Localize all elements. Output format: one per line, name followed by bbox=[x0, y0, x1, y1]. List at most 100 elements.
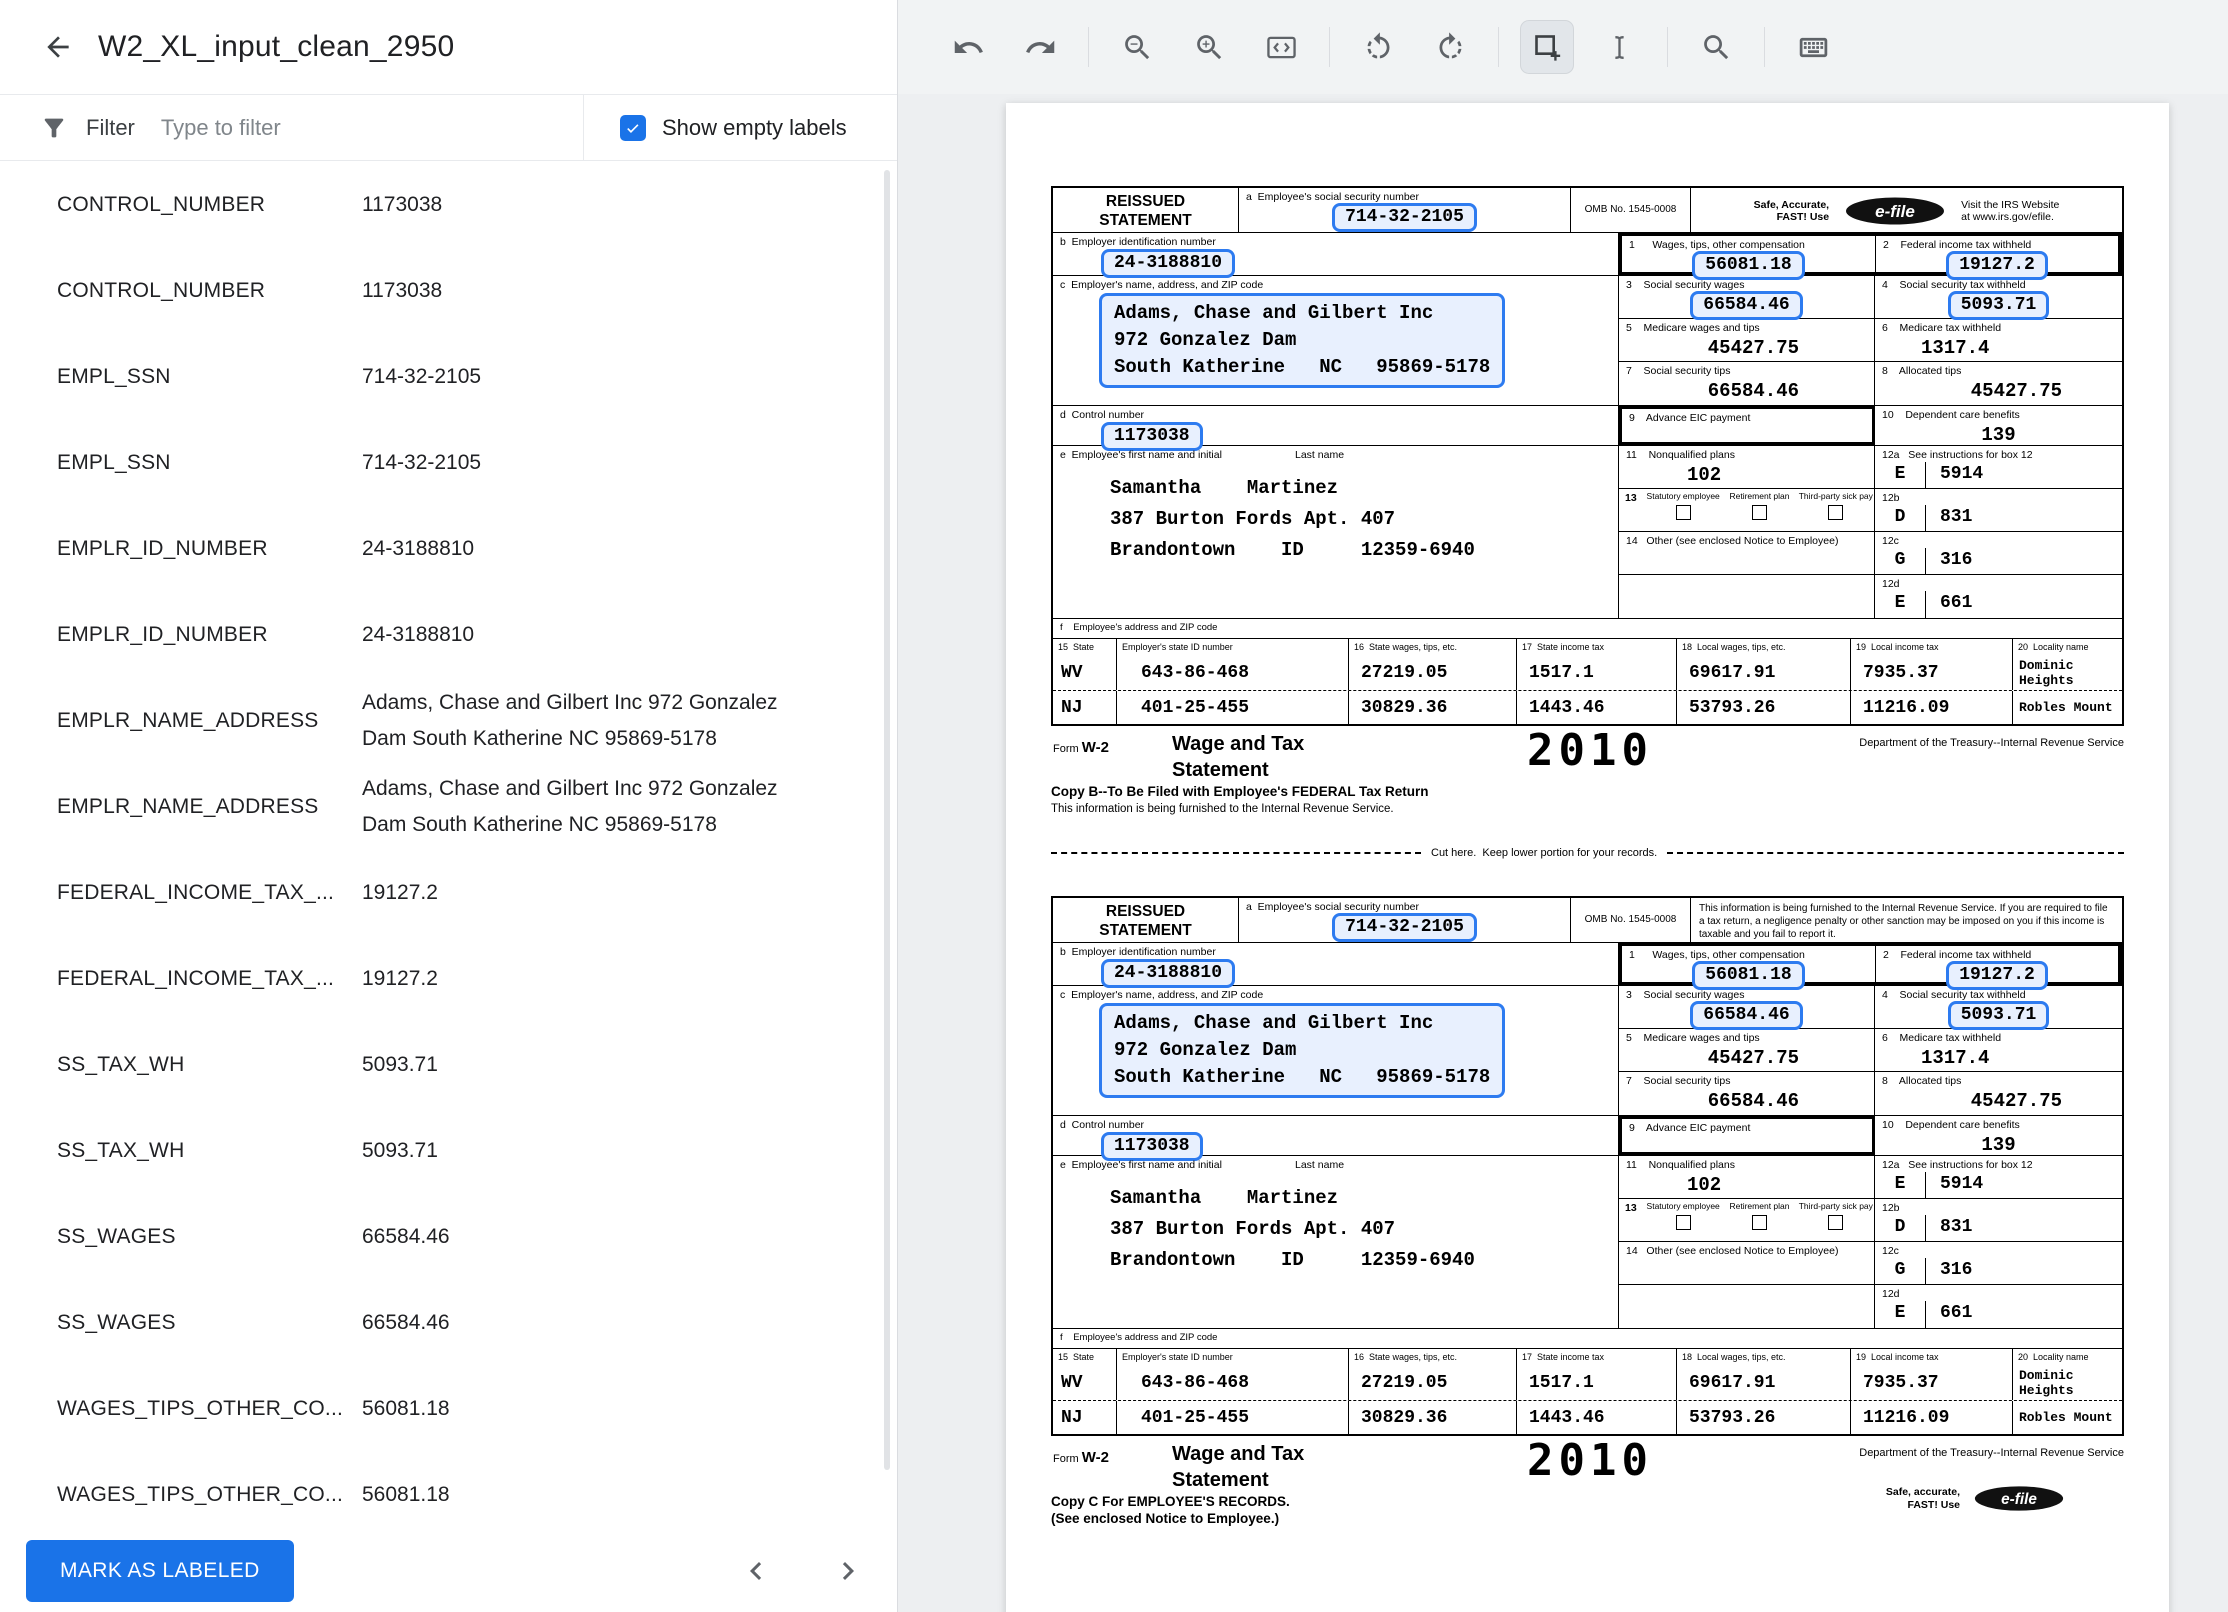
ss-wages-annotation[interactable]: 66584.46 bbox=[1690, 1001, 1803, 1030]
mark-as-labeled-button[interactable]: MARK AS LABELED bbox=[26, 1540, 294, 1602]
state-row: WV 643-86-468 27219.05 1517.1 69617.91 7… bbox=[1053, 1366, 2122, 1400]
toolbar-divider bbox=[1088, 27, 1089, 67]
ein-annotation[interactable]: 24-3188810 bbox=[1101, 249, 1236, 278]
w2-table: REISSUED STATEMENT a Employee's social s… bbox=[1051, 186, 2124, 726]
box-a-label: a Employee's social security number bbox=[1246, 191, 1419, 203]
entity-label: FEDERAL_INCOME_TAX_... bbox=[57, 881, 335, 904]
entity-row[interactable]: CONTROL_NUMBER 1173038 bbox=[0, 248, 890, 334]
entity-label: EMPLR_ID_NUMBER bbox=[57, 623, 268, 646]
w2-box-13-checkboxes: 13 Statutory employee Retirement plan Th… bbox=[1619, 489, 1875, 531]
code-view-button[interactable] bbox=[1254, 20, 1308, 74]
w2-box-8-allocated-tips: 8 Allocated tips 45427.75 bbox=[1882, 365, 2062, 402]
entity-row[interactable]: WAGES_TIPS_OTHER_CO... 56081.18 bbox=[0, 1452, 890, 1538]
redo-button[interactable] bbox=[1013, 20, 1067, 74]
omb-number: OMB No. 1545-0008 bbox=[1571, 188, 1691, 232]
entity-row[interactable]: EMPL_SSN 714-32-2105 bbox=[0, 420, 890, 506]
toolbar-divider bbox=[1498, 27, 1499, 67]
w2-box-12d: 12d E 661 bbox=[1875, 1285, 2122, 1328]
w2-top-right: Safe, Accurate, FAST! Use e-file Visit t… bbox=[1691, 898, 2122, 942]
employer-annotation[interactable]: Adams, Chase and Gilbert Inc 972 Gonzale… bbox=[1099, 1003, 1506, 1098]
scrollbar-thumb[interactable] bbox=[884, 170, 890, 1470]
entity-row[interactable]: SS_TAX_WH 5093.71 bbox=[0, 1022, 890, 1108]
form-w2-label: Form W-2 bbox=[1053, 1449, 1109, 1466]
svg-text:e-file: e-file bbox=[2001, 1491, 2037, 1508]
keyboard-shortcuts-button[interactable] bbox=[1786, 20, 1840, 74]
next-page-button[interactable] bbox=[824, 1547, 872, 1595]
entity-row[interactable]: WAGES_TIPS_OTHER_CO... 56081.18 bbox=[0, 1366, 890, 1452]
w2-box-7-ss-tips: 7 Social security tips 66584.46 bbox=[1619, 1072, 1875, 1115]
entity-row[interactable]: SS_WAGES 66584.46 bbox=[0, 1280, 890, 1366]
entity-label: WAGES_TIPS_OTHER_CO... bbox=[57, 1483, 344, 1506]
search-button[interactable] bbox=[1689, 20, 1743, 74]
back-button[interactable] bbox=[34, 23, 82, 71]
ssn-annotation[interactable]: 714-32-2105 bbox=[1332, 203, 1477, 232]
ss-wages-annotation[interactable]: 66584.46 bbox=[1690, 291, 1803, 320]
entity-row[interactable]: SS_WAGES 66584.46 bbox=[0, 1194, 890, 1280]
entity-value: 1173038 bbox=[362, 193, 443, 216]
entity-label: FEDERAL_INCOME_TAX_... bbox=[57, 967, 335, 990]
statutory-employee-checkbox[interactable] bbox=[1675, 504, 1691, 520]
third-party-sick-pay-checkbox[interactable] bbox=[1828, 1214, 1844, 1230]
rotate-right-button[interactable] bbox=[1423, 20, 1477, 74]
entity-row[interactable]: EMPLR_NAME_ADDRESS Adams, Chase and Gilb… bbox=[0, 764, 890, 850]
entity-value: Adams, Chase and Gilbert Inc 972 Gonzale… bbox=[362, 691, 778, 750]
ssn-annotation[interactable]: 714-32-2105 bbox=[1332, 913, 1477, 942]
entity-value: 24-3188810 bbox=[362, 623, 475, 646]
boxes-1-2: 1 Wages, tips, other compensation 56081.… bbox=[1619, 943, 2122, 990]
ein-annotation[interactable]: 24-3188810 bbox=[1101, 959, 1236, 988]
treasury-label: Department of the Treasury--Internal Rev… bbox=[1859, 1447, 2124, 1459]
previous-page-button[interactable] bbox=[732, 1547, 780, 1595]
zoom-out-button[interactable] bbox=[1110, 20, 1164, 74]
treasury-label: Department of the Treasury--Internal Rev… bbox=[1859, 737, 2124, 749]
entity-row[interactable]: CONTROL_NUMBER 1173038 bbox=[0, 162, 890, 248]
w2-box-12d: 12d E 661 bbox=[1875, 575, 2122, 618]
third-party-sick-pay-checkbox[interactable] bbox=[1828, 504, 1844, 520]
entity-row[interactable]: EMPLR_NAME_ADDRESS Adams, Chase and Gilb… bbox=[0, 678, 890, 764]
statutory-employee-checkbox[interactable] bbox=[1675, 1214, 1691, 1230]
boxes-1-2: 1 Wages, tips, other compensation 56081.… bbox=[1619, 233, 2122, 280]
filter-input[interactable] bbox=[160, 114, 461, 141]
label-panel: W2_XL_input_clean_2950 Filter Show empty… bbox=[0, 0, 898, 1612]
copy-c-efile-promo: Safe, accurate, FAST! Use e-file bbox=[1886, 1485, 2064, 1512]
undo-icon bbox=[954, 40, 983, 53]
entity-value: 19127.2 bbox=[362, 881, 438, 904]
add-bounding-box-button[interactable] bbox=[1520, 20, 1574, 74]
undo-button[interactable] bbox=[941, 20, 995, 74]
w2-box-10-dependent-care: 10 Dependent care benefits 139 bbox=[1882, 409, 2020, 446]
w2-box-9-advance-eic: 9 Advance EIC payment bbox=[1619, 1116, 1875, 1155]
checkmark-icon bbox=[627, 123, 639, 133]
w2-box-3-ss-wages: 3 Social security wages 66584.46 bbox=[1619, 276, 1875, 320]
cut-here-line: Cut here. Keep lower portion for your re… bbox=[1051, 847, 2124, 859]
entity-row[interactable]: SS_TAX_WH 5093.71 bbox=[0, 1108, 890, 1194]
entity-row[interactable]: FEDERAL_INCOME_TAX_... 19127.2 bbox=[0, 936, 890, 1022]
w2-box-10-dependent-care: 10 Dependent care benefits 139 bbox=[1882, 1119, 2020, 1156]
filter-funnel-icon bbox=[40, 114, 68, 142]
entity-row[interactable]: EMPLR_ID_NUMBER 24-3188810 bbox=[0, 506, 890, 592]
document-page[interactable]: REISSUED STATEMENT a Employee's social s… bbox=[1006, 103, 2169, 1612]
entity-value: 5093.71 bbox=[362, 1053, 438, 1076]
show-empty-labels-checkbox[interactable] bbox=[620, 114, 646, 141]
select-text-button[interactable] bbox=[1592, 20, 1646, 74]
ss-tax-annotation[interactable]: 5093.71 bbox=[1947, 1001, 2050, 1030]
zoom-in-button[interactable] bbox=[1182, 20, 1236, 74]
ss-tax-annotation[interactable]: 5093.71 bbox=[1947, 291, 2050, 320]
state-table-header: 15 State Employer's state ID number 16 S… bbox=[1053, 1349, 2122, 1366]
document-canvas[interactable]: REISSUED STATEMENT a Employee's social s… bbox=[898, 94, 2228, 1612]
entity-label: SS_TAX_WH bbox=[57, 1053, 185, 1076]
add-bounding-box-icon bbox=[1534, 34, 1560, 61]
w2-box-6-medicare-tax: 6 Medicare tax withheld 1317.4 bbox=[1882, 1032, 2002, 1069]
retirement-plan-checkbox[interactable] bbox=[1751, 1214, 1767, 1230]
employer-annotation[interactable]: Adams, Chase and Gilbert Inc 972 Gonzale… bbox=[1099, 293, 1506, 388]
entity-row[interactable]: FEDERAL_INCOME_TAX_... 19127.2 bbox=[0, 850, 890, 936]
rotate-left-icon bbox=[1367, 31, 1389, 58]
rotate-right-icon bbox=[1439, 31, 1461, 58]
redo-icon bbox=[1025, 40, 1054, 53]
copy-b-text: Copy B--To Be Filed with Employee's FEDE… bbox=[1051, 784, 1429, 815]
retirement-plan-checkbox[interactable] bbox=[1751, 504, 1767, 520]
entity-row[interactable]: EMPL_SSN 714-32-2105 bbox=[0, 334, 890, 420]
entity-row[interactable]: EMPLR_ID_NUMBER 24-3188810 bbox=[0, 592, 890, 678]
w2-box-12b: 12b D 831 bbox=[1875, 489, 2122, 531]
rotate-left-button[interactable] bbox=[1351, 20, 1405, 74]
entity-value: 56081.18 bbox=[362, 1483, 450, 1506]
wage-and-tax-statement: Wage and Tax Statement bbox=[1172, 1443, 1305, 1491]
